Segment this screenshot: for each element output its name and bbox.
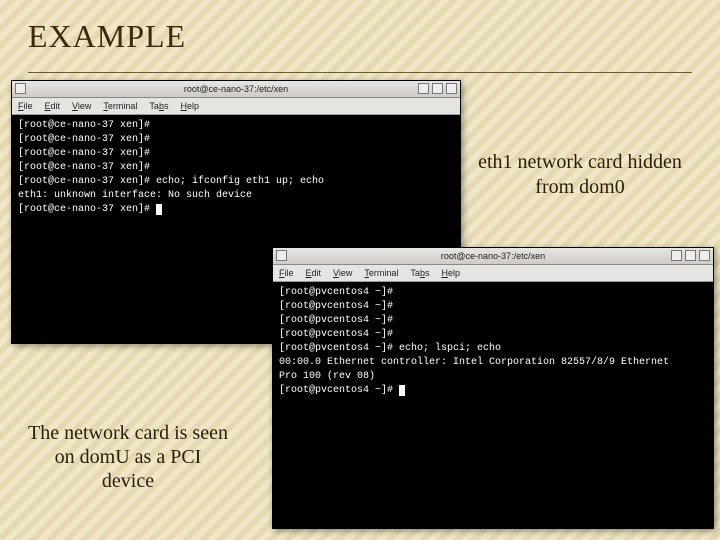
menubar[interactable]: File Edit View Terminal Tabs Help <box>273 265 713 282</box>
terminal-output[interactable]: [root@pvcentos4 ~]#[root@pvcentos4 ~]#[r… <box>273 282 713 528</box>
maximize-icon[interactable] <box>432 83 443 94</box>
menubar[interactable]: File Edit View Terminal Tabs Help <box>12 98 460 115</box>
menu-help[interactable]: Help <box>441 268 460 278</box>
menu-file[interactable]: File <box>18 101 33 111</box>
slide-title: EXAMPLE <box>28 18 186 55</box>
minimize-icon[interactable] <box>671 250 682 261</box>
menu-view[interactable]: View <box>72 101 91 111</box>
terminal-line: [root@ce-nano-37 xen]# <box>18 161 454 175</box>
menu-file[interactable]: File <box>279 268 294 278</box>
menu-help[interactable]: Help <box>180 101 199 111</box>
menu-terminal[interactable]: Terminal <box>103 101 137 111</box>
menu-tabs[interactable]: Tabs <box>410 268 429 278</box>
titlebar[interactable]: root@ce-nano-37:/etc/xen <box>273 248 713 265</box>
window-title: root@ce-nano-37:/etc/xen <box>184 84 288 94</box>
terminal-line: [root@ce-nano-37 xen]# <box>18 203 454 217</box>
terminal-line: 00:00.0 Ethernet controller: Intel Corpo… <box>279 356 707 370</box>
menu-edit[interactable]: Edit <box>45 101 61 111</box>
terminal-line: [root@ce-nano-37 xen]# echo; ifconfig et… <box>18 175 454 189</box>
terminal-line: [root@pvcentos4 ~]# <box>279 300 707 314</box>
terminal-line: [root@pvcentos4 ~]# <box>279 286 707 300</box>
terminal-line: Pro 100 (rev 08) <box>279 370 707 384</box>
window-menu-icon[interactable] <box>276 250 287 261</box>
menu-view[interactable]: View <box>333 268 352 278</box>
menu-tabs[interactable]: Tabs <box>149 101 168 111</box>
terminal-line: [root@ce-nano-37 xen]# <box>18 147 454 161</box>
menu-edit[interactable]: Edit <box>306 268 322 278</box>
terminal-line: [root@pvcentos4 ~]# <box>279 384 707 398</box>
close-icon[interactable] <box>446 83 457 94</box>
titlebar[interactable]: root@ce-nano-37:/etc/xen <box>12 81 460 98</box>
menu-terminal[interactable]: Terminal <box>364 268 398 278</box>
terminal-line: [root@pvcentos4 ~]# <box>279 314 707 328</box>
minimize-icon[interactable] <box>418 83 429 94</box>
cursor-icon <box>156 204 162 215</box>
window-title: root@ce-nano-37:/etc/xen <box>441 251 545 261</box>
terminal-line: [root@ce-nano-37 xen]# <box>18 119 454 133</box>
terminal-window-domu[interactable]: root@ce-nano-37:/etc/xen File Edit View … <box>272 247 714 529</box>
title-underline <box>28 72 692 73</box>
terminal-line: [root@ce-nano-37 xen]# <box>18 133 454 147</box>
callout-domu-pci: The network card is seen on domU as a PC… <box>28 421 228 493</box>
window-menu-icon[interactable] <box>15 83 26 94</box>
callout-eth1-hidden: eth1 network card hidden from dom0 <box>470 150 690 200</box>
terminal-line: [root@pvcentos4 ~]# <box>279 328 707 342</box>
terminal-line: [root@pvcentos4 ~]# echo; lspci; echo <box>279 342 707 356</box>
close-icon[interactable] <box>699 250 710 261</box>
cursor-icon <box>399 385 405 396</box>
terminal-line: eth1: unknown interface: No such device <box>18 189 454 203</box>
maximize-icon[interactable] <box>685 250 696 261</box>
